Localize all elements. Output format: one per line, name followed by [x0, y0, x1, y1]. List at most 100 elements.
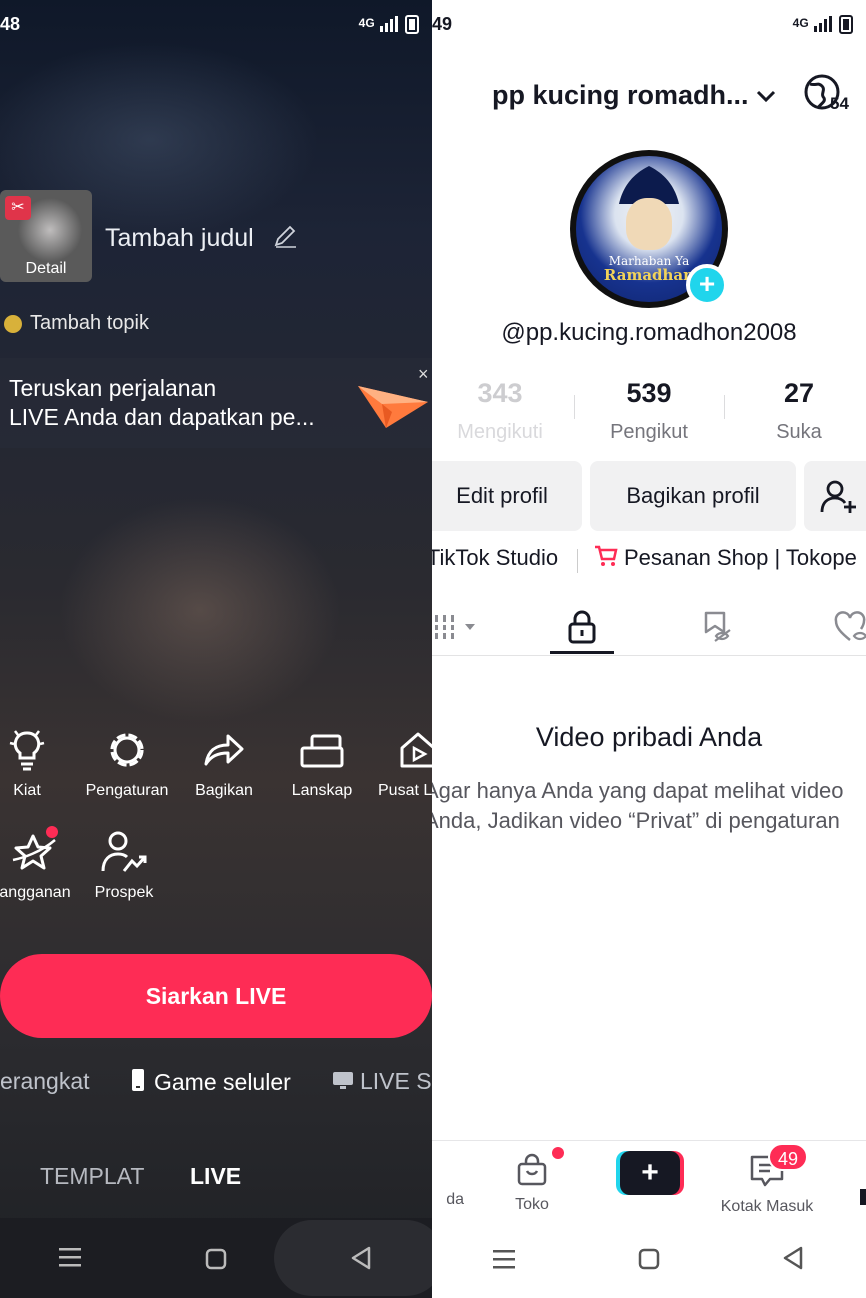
title-input[interactable]: Tambah judul	[105, 224, 254, 253]
tab-liked[interactable]	[824, 598, 866, 656]
divider	[577, 549, 578, 573]
profile-links: iTikTok Studio Pesanan Shop | Tokope	[432, 545, 866, 577]
tool-label: Prospek	[94, 884, 154, 901]
home-icon[interactable]	[205, 1248, 227, 1270]
tool-landscape[interactable]: Lanskap	[272, 724, 372, 800]
close-icon[interactable]: ×	[418, 364, 429, 385]
lock-icon	[568, 610, 596, 644]
add-avatar-button[interactable]: +	[686, 264, 728, 306]
stat-number: 539	[626, 378, 672, 408]
landscape-icon	[272, 724, 372, 776]
cart-icon	[595, 545, 618, 566]
tool-subscription[interactable]: angganan	[0, 826, 85, 902]
stat-following[interactable]: 343 Mengikuti	[432, 378, 575, 444]
stat-label: Suka	[776, 421, 822, 443]
add-user-icon	[820, 480, 856, 514]
stat-likes[interactable]: 27 Suka	[724, 378, 866, 444]
home-icon[interactable]	[638, 1248, 660, 1270]
account-switcher[interactable]: pp kucing romadh...	[492, 80, 777, 111]
coin-icon	[4, 314, 22, 333]
system-nav-bar	[0, 1218, 432, 1298]
share-icon	[174, 724, 274, 776]
notification-count: 54	[830, 94, 849, 113]
live-mode-selector: erangkat Game seluler LIVE S	[0, 1068, 432, 1102]
mode-pc[interactable]: LIVE S	[332, 1068, 432, 1095]
add-friend-button[interactable]	[804, 461, 866, 531]
share-profile-button[interactable]: Bagikan profil	[590, 461, 796, 531]
edit-profile-button[interactable]: Edit profil	[432, 461, 582, 531]
tool-label: Pengaturan	[85, 782, 169, 799]
tool-live-center[interactable]: Pusat L	[368, 724, 432, 800]
cat-image	[626, 198, 672, 250]
mode-mobile-game[interactable]: Game seluler	[130, 1068, 291, 1096]
tiktok-studio-link[interactable]: iTikTok Studio	[432, 545, 558, 571]
nav-profile-edge[interactable]	[860, 1189, 866, 1205]
stat-number: 27	[783, 378, 815, 408]
system-nav-bar	[432, 1218, 866, 1298]
stat-number: 343	[477, 378, 523, 408]
user-growth-icon	[74, 826, 174, 878]
notification-dot	[46, 826, 58, 838]
nav-shop[interactable]: Toko	[477, 1153, 587, 1214]
nav-label: Kotak Masuk	[720, 1198, 814, 1215]
stat-label: Mengikuti	[457, 421, 543, 443]
tool-prospect[interactable]: Prospek	[74, 826, 174, 902]
inbox-badge: 49	[768, 1143, 808, 1171]
status-bar: 48 4G	[0, 12, 432, 40]
stat-followers[interactable]: 539 Pengikut	[574, 378, 724, 444]
tool-label: Bagikan	[195, 782, 253, 799]
back-icon[interactable]	[350, 1246, 372, 1270]
tool-label: Pusat L	[378, 782, 432, 799]
tab-reposts[interactable]	[688, 598, 748, 656]
shop-notification-dot	[552, 1147, 564, 1159]
status-bar: 49 4G	[432, 12, 866, 40]
add-topic-button[interactable]: Tambah topik	[0, 312, 149, 335]
tool-tips[interactable]: Kiat	[0, 724, 77, 800]
tab-private[interactable]	[550, 598, 614, 656]
create-button[interactable]: +	[616, 1151, 684, 1195]
profile-name: pp kucing romadh...	[492, 80, 749, 110]
thumbnail-detail-label: Detail	[25, 260, 67, 277]
tab-live[interactable]: LIVE	[190, 1163, 241, 1190]
nav-label: Toko	[515, 1196, 549, 1213]
empty-state-description: Agar hanya Anda yang dapat melihat video…	[432, 778, 844, 833]
tool-share[interactable]: Bagikan	[174, 724, 274, 800]
back-icon[interactable]	[782, 1246, 804, 1270]
menu-icon[interactable]	[58, 1246, 82, 1268]
status-time: 49	[432, 14, 453, 34]
active-tab-indicator	[550, 651, 614, 654]
mode-device[interactable]: erangkat	[0, 1068, 90, 1095]
tab-videos[interactable]	[432, 598, 486, 656]
shopping-bag-icon	[517, 1153, 547, 1186]
notification-button[interactable]: 54	[802, 72, 852, 116]
pencil-icon[interactable]	[272, 224, 298, 250]
grid-icon	[433, 615, 475, 639]
go-live-button[interactable]: Siarkan LIVE	[0, 954, 432, 1038]
scissors-icon: ✂	[5, 196, 31, 220]
star-icon	[0, 826, 85, 878]
add-topic-label: Tambah topik	[30, 312, 149, 334]
shop-orders-link[interactable]: Pesanan Shop | Tokope	[594, 545, 857, 571]
gear-icon	[77, 724, 177, 776]
monitor-icon	[333, 1072, 353, 1089]
tool-label: Lanskap	[291, 782, 353, 799]
tool-label: Kiat	[13, 782, 41, 799]
cover-thumbnail[interactable]: ✂ Detail	[0, 190, 92, 282]
promo-text: Teruskan perjalanan LIVE Anda dan dapatk…	[9, 375, 315, 430]
status-time: 48	[0, 14, 21, 34]
empty-state-title: Video pribadi Anda	[535, 722, 763, 752]
tool-label: angganan	[0, 884, 71, 901]
promo-banner[interactable]: Teruskan perjalanan LIVE Anda dan dapatk…	[0, 358, 432, 448]
tool-settings[interactable]: Pengaturan	[77, 724, 177, 800]
paper-plane-icon	[358, 386, 428, 428]
lightbulb-icon	[0, 724, 77, 776]
plus-icon: +	[620, 1151, 680, 1195]
live-setup-panel: 48 4G ✂ Detail Tambah judul Tambah topik	[0, 0, 432, 1298]
profile-panel: 49 4G pp kucing romadh... 54 Marhaban Ya…	[432, 0, 866, 1298]
signal-icon: 4G	[359, 14, 428, 34]
signal-icon: 4G	[793, 14, 862, 34]
menu-icon[interactable]	[492, 1248, 516, 1270]
profile-tabs	[432, 598, 866, 656]
stat-label: Pengikut	[610, 421, 688, 443]
tab-template[interactable]: TEMPLAT	[40, 1163, 144, 1190]
